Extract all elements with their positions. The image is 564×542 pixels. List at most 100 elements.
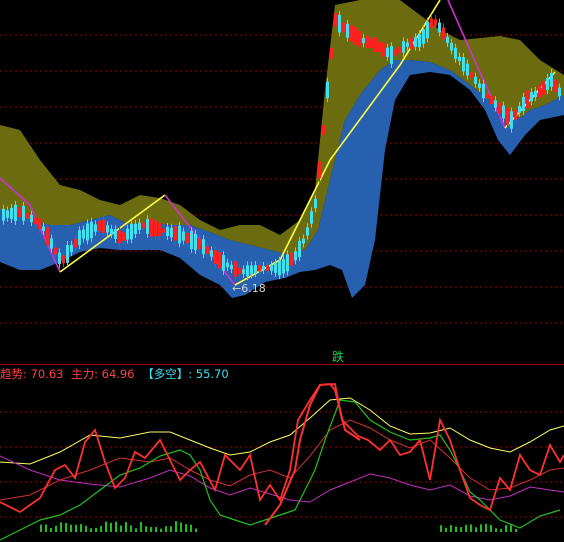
candle-body: [558, 87, 561, 97]
red-trend-line: [264, 382, 361, 526]
candle-body: [250, 265, 253, 275]
panel-divider: [0, 364, 564, 365]
low-price-annotation: ←6.18: [232, 282, 266, 295]
candle-body: [550, 73, 553, 87]
green-bar: [150, 527, 152, 532]
candle-body: [58, 252, 61, 265]
green-bar: [95, 527, 97, 532]
green-bar: [140, 521, 142, 532]
candle-body: [358, 30, 361, 47]
candle-body: [446, 36, 449, 44]
candle-body: [30, 214, 33, 223]
candle-body: [70, 244, 73, 253]
candle-body: [162, 228, 165, 233]
candle-body: [462, 57, 465, 72]
green-bar: [475, 527, 477, 532]
candle-body: [62, 255, 65, 264]
candle-body: [74, 238, 77, 248]
candle-body: [474, 76, 477, 84]
candle-body: [10, 207, 13, 220]
indicator-chart[interactable]: [0, 372, 564, 542]
green-bar: [185, 524, 187, 532]
candle-body: [298, 240, 301, 258]
green-bar: [45, 524, 47, 532]
candle-body: [374, 37, 377, 53]
candle-body: [86, 223, 89, 241]
candle-body: [318, 161, 321, 179]
candle-body: [458, 56, 461, 62]
candle-body: [470, 72, 473, 78]
candle-body: [398, 46, 401, 53]
candle-body: [126, 228, 129, 240]
candle-body: [170, 227, 173, 238]
candle-body: [138, 222, 141, 230]
green-bar: [510, 525, 512, 532]
candle-body: [182, 231, 185, 241]
candle-body: [330, 47, 333, 59]
green-bar: [155, 527, 157, 532]
green-bar: [80, 524, 82, 532]
signal-marker: 跌: [332, 350, 345, 364]
candle-body: [142, 222, 145, 229]
candle-body: [418, 34, 421, 48]
candle-body: [178, 225, 181, 244]
candle-body: [122, 232, 125, 241]
green-bar: [485, 523, 487, 532]
candle-body: [46, 227, 49, 245]
green-bar: [145, 526, 147, 532]
green-bar: [505, 525, 507, 532]
green-bar: [100, 525, 102, 532]
candle-body: [502, 105, 505, 119]
candle-body: [38, 218, 41, 230]
candle-body: [438, 22, 441, 33]
candle-body: [186, 232, 189, 244]
candle-body: [262, 265, 265, 271]
candle-body: [274, 263, 277, 273]
candle-body: [190, 231, 193, 249]
candle-body: [194, 233, 197, 251]
main-price-chart[interactable]: ←6.18: [0, 0, 564, 350]
candle-body: [542, 81, 545, 95]
candle-body: [510, 111, 513, 129]
candle-body: [238, 267, 241, 275]
candle-body: [42, 226, 45, 232]
candle-body: [354, 27, 357, 45]
candle-body: [362, 38, 365, 44]
candle-body: [450, 42, 453, 51]
green-bar: [60, 522, 62, 532]
candle-body: [50, 238, 53, 249]
candle-body: [442, 27, 445, 40]
candle-body: [490, 96, 493, 104]
candle-body: [22, 205, 25, 221]
candle-body: [522, 96, 525, 112]
candle-body: [106, 225, 109, 233]
candle-body: [266, 265, 269, 271]
green-bar: [125, 522, 127, 532]
candle-body: [518, 105, 521, 113]
candle-body: [346, 23, 349, 38]
green-bar: [90, 528, 92, 532]
candle-body: [370, 38, 373, 49]
candle-body: [82, 229, 85, 239]
green-bar: [170, 526, 172, 532]
candle-body: [222, 255, 225, 271]
candle-body: [242, 269, 245, 274]
candle-body: [454, 47, 457, 59]
candle-body: [18, 207, 21, 218]
candle-body: [154, 220, 157, 237]
green-bar: [190, 524, 192, 532]
candle-body: [390, 46, 393, 64]
candle-body: [534, 90, 537, 98]
green-bar: [180, 522, 182, 532]
candle-body: [54, 247, 57, 255]
long-short-line: [0, 397, 564, 465]
green-bar: [65, 523, 67, 532]
candle-body: [286, 254, 289, 272]
green-bar: [445, 527, 447, 532]
candle-body: [326, 81, 329, 99]
candle-body: [270, 265, 273, 271]
candle-body: [254, 265, 257, 274]
candle-body: [26, 213, 29, 219]
main-force-line: [0, 383, 564, 514]
green-bar: [50, 528, 52, 532]
